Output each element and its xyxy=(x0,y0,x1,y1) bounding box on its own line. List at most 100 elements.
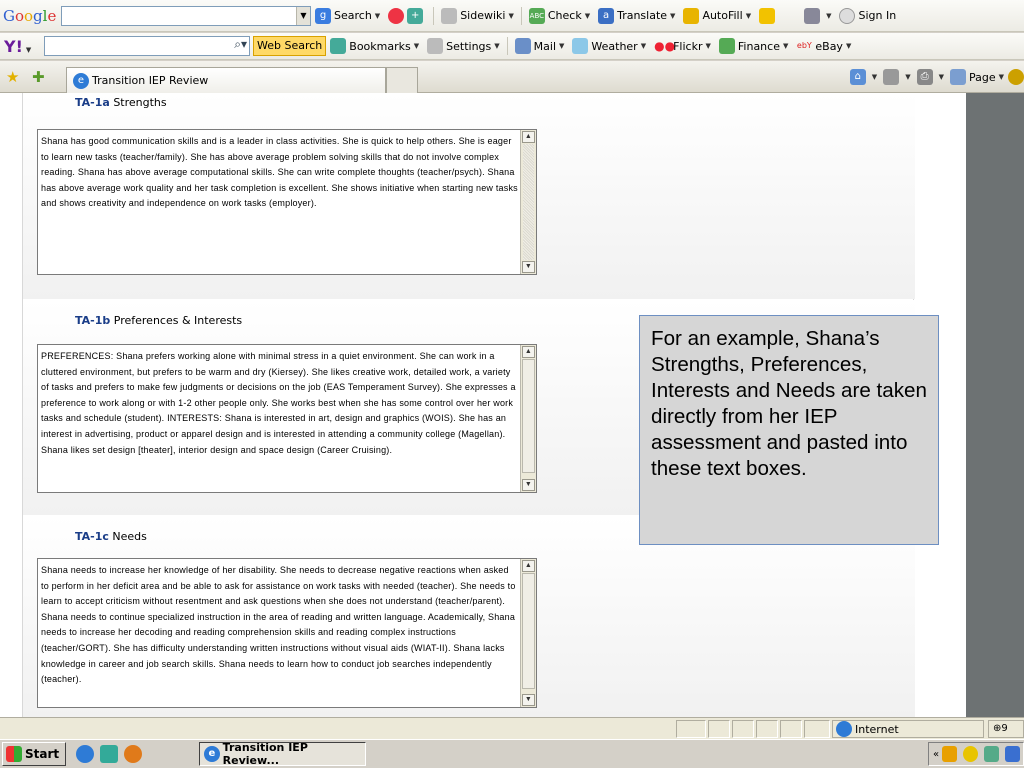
flickr-icon: ●● xyxy=(654,39,676,53)
bookmarks-button[interactable]: Bookmarks ▼ xyxy=(326,35,423,57)
settings-icon xyxy=(427,38,444,54)
wrench-icon xyxy=(804,7,821,24)
mail-button[interactable]: Mail ▼ xyxy=(511,35,569,57)
google-logo[interactable]: Google xyxy=(3,7,61,25)
feeds-icon[interactable] xyxy=(883,69,900,85)
tray-expand-icon[interactable]: « xyxy=(933,749,939,760)
web-search-button[interactable]: Web Search xyxy=(253,36,327,56)
section-title-preferences: TA-1b Preferences & Interests xyxy=(75,314,243,327)
search-icon: g xyxy=(315,7,331,24)
chevron-down-icon: ▼ xyxy=(745,11,752,20)
print-icon[interactable]: ⎙ xyxy=(916,69,933,85)
favorites-star-icon[interactable]: ★ xyxy=(6,68,26,86)
add-favorite-icon[interactable]: ✚ xyxy=(32,68,52,86)
needs-textarea[interactable]: Shana needs to increase her knowledge of… xyxy=(37,558,537,708)
chevron-down-icon[interactable]: ▼ xyxy=(905,73,910,81)
ebay-icon: ebY xyxy=(796,41,812,50)
annotation-callout: For an example, Shana’s Strengths, Prefe… xyxy=(639,315,939,545)
home-icon[interactable]: ⌂ xyxy=(849,69,866,85)
scrollbar[interactable]: ▲ ▼ xyxy=(520,345,536,492)
desktop-icon[interactable] xyxy=(100,745,119,763)
new-tab-button[interactable] xyxy=(386,67,418,93)
chevron-down-icon: ▼ xyxy=(494,42,500,50)
chevron-down-icon: ▼ xyxy=(374,11,381,20)
scroll-down-icon[interactable]: ▼ xyxy=(522,694,535,706)
page-menu[interactable]: Page xyxy=(969,71,996,84)
chevron-down-icon[interactable]: ▼ xyxy=(872,73,877,81)
status-bar: Internet ⊕9 xyxy=(0,717,1024,739)
sidewiki-button[interactable]: Sidewiki ▼ xyxy=(437,5,518,27)
tab-transition-iep-review[interactable]: e Transition IEP Review xyxy=(66,67,386,93)
wrench-button[interactable]: ▼ xyxy=(800,5,835,27)
chevron-down-icon: ▼ xyxy=(705,42,711,50)
chevron-down-icon: ▼ xyxy=(845,42,852,50)
scroll-down-icon[interactable]: ▼ xyxy=(522,261,535,273)
divider xyxy=(520,6,522,25)
start-button[interactable]: Start xyxy=(2,742,67,766)
plus-icon: + xyxy=(407,7,424,24)
scroll-thumb[interactable] xyxy=(522,573,535,689)
autofill-icon xyxy=(683,7,700,24)
tray-app-icon[interactable] xyxy=(942,746,958,762)
spell-check-button[interactable]: ABC Check ▼ xyxy=(525,5,594,27)
user-icon xyxy=(839,7,856,24)
chevron-down-icon: ▼ xyxy=(584,11,591,20)
preferences-textarea[interactable]: PREFERENCES: Shana prefers working alone… xyxy=(37,344,537,493)
scrollbar[interactable]: ▲ ▼ xyxy=(520,559,536,707)
yahoo-search-input[interactable]: ⌕▾ xyxy=(44,36,250,56)
chevron-down-icon: ▼ xyxy=(640,42,647,50)
spellcheck-icon: ABC xyxy=(528,7,545,24)
flickr-button[interactable]: ●● Flickr ▼ xyxy=(650,35,715,57)
yahoo-logo[interactable]: Y! ▼ xyxy=(4,37,44,56)
strengths-textarea[interactable]: Shana has good communication skills and … xyxy=(37,129,537,275)
scroll-up-icon[interactable]: ▲ xyxy=(522,131,535,143)
finance-icon xyxy=(718,38,735,54)
scroll-up-icon[interactable]: ▲ xyxy=(522,560,535,572)
globe-icon xyxy=(836,721,852,737)
chevron-down-icon: ▼ xyxy=(508,11,514,20)
chevron-down-icon: ▼ xyxy=(670,11,676,20)
highlight-button[interactable] xyxy=(755,5,782,27)
search-icon[interactable]: ⌕▾ xyxy=(234,37,247,52)
shield-icon[interactable] xyxy=(1005,746,1020,762)
bookmarks-icon xyxy=(330,38,347,54)
scroll-thumb[interactable] xyxy=(522,359,535,473)
pagerank-icon xyxy=(388,7,405,24)
zoom-level[interactable]: ⊕9 xyxy=(988,720,1024,738)
finance-button[interactable]: Finance ▼ xyxy=(715,35,792,57)
settings-button[interactable]: Settings ▼ xyxy=(423,35,504,57)
chevron-down-icon[interactable]: ▼ xyxy=(999,73,1004,81)
scroll-down-icon[interactable]: ▼ xyxy=(522,479,535,491)
chevron-down-icon[interactable]: ▼ xyxy=(939,73,944,81)
chevron-down-icon: ▼ xyxy=(413,42,420,50)
translate-button[interactable]: a Translate ▼ xyxy=(594,5,679,27)
google-toolbar-extras[interactable]: + xyxy=(384,5,430,27)
side-pane xyxy=(966,93,1024,717)
ie-page-icon: e xyxy=(73,72,89,89)
ie-icon[interactable] xyxy=(76,745,95,763)
security-zone[interactable]: Internet xyxy=(832,720,984,738)
weather-button[interactable]: Weather ▼ xyxy=(568,35,650,57)
page-viewport: TA-1a Strengths Shana has good communica… xyxy=(0,93,966,717)
ebay-button[interactable]: ebY eBay ▼ xyxy=(792,35,855,57)
taskbar-item-transition-iep[interactable]: e Transition IEP Review... xyxy=(199,741,366,767)
chevron-down-icon: ▼ xyxy=(826,11,832,20)
scroll-up-icon[interactable]: ▲ xyxy=(522,346,535,358)
taskbar: Start e Transition IEP Review... « xyxy=(0,739,1024,768)
weather-icon xyxy=(572,38,589,54)
network-icon[interactable] xyxy=(984,746,1000,762)
system-tray: « xyxy=(928,742,1024,766)
sidewiki-icon xyxy=(441,7,458,24)
divider xyxy=(433,6,435,25)
security-shield-icon[interactable] xyxy=(963,746,979,762)
section-title-strengths: TA-1a Strengths xyxy=(75,96,167,109)
firefox-icon[interactable] xyxy=(124,745,143,763)
sign-in-button[interactable]: Sign In xyxy=(835,5,900,27)
google-search-input[interactable]: ▼ xyxy=(61,5,311,26)
mail-icon xyxy=(514,38,531,54)
scrollbar[interactable]: ▲ ▼ xyxy=(520,130,536,274)
autofill-button[interactable]: AutoFill ▼ xyxy=(679,5,755,27)
google-search-button[interactable]: g Search ▼ xyxy=(311,5,384,27)
tools-gear-icon[interactable] xyxy=(1008,69,1024,85)
chevron-down-icon[interactable]: ▼ xyxy=(296,6,310,25)
